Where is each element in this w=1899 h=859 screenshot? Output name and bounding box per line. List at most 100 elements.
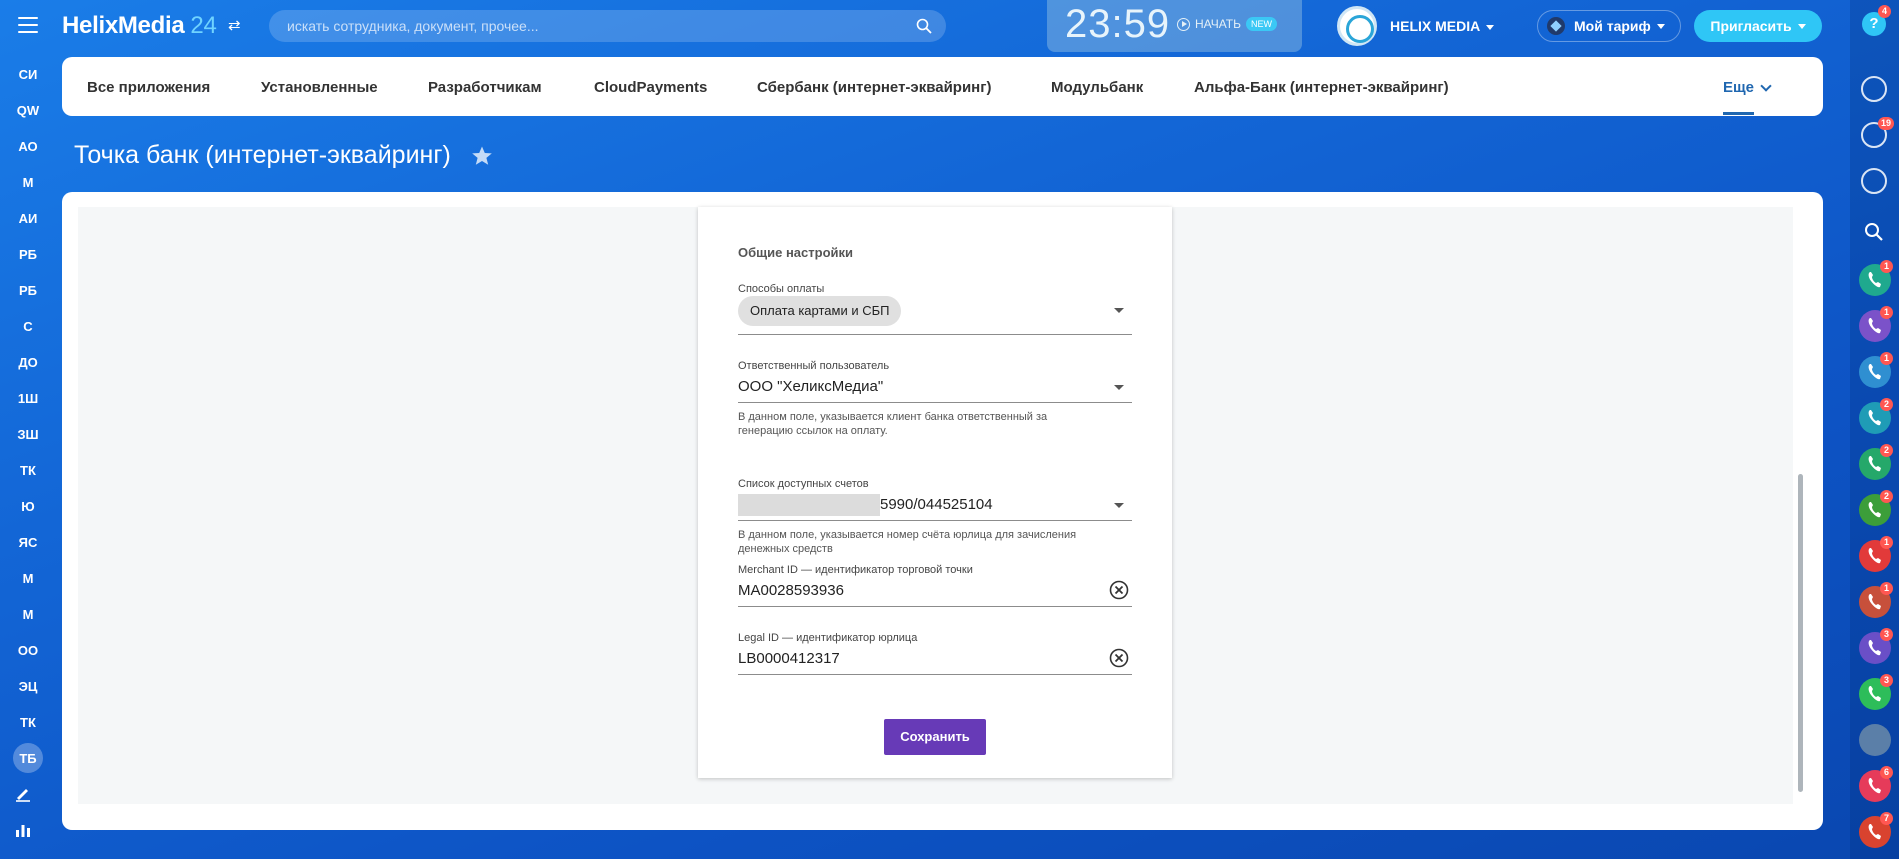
start-label: НАЧАТЬ <box>1195 17 1242 31</box>
left-rail-item-label: РБ <box>18 246 37 262</box>
chevron-down-icon <box>1797 23 1806 29</box>
start-workday-button[interactable]: НАЧАТЬ NEW <box>1177 17 1278 31</box>
invite-button[interactable]: Пригласить <box>1694 10 1822 42</box>
responsible-underline <box>738 402 1132 403</box>
payment-methods-select[interactable] <box>738 334 1132 335</box>
left-rail-item-label: АИ <box>18 210 38 226</box>
left-rail-item[interactable]: ТК <box>6 452 50 488</box>
chat-badge: 1 <box>1880 582 1893 595</box>
left-rail-item[interactable]: Ю <box>6 488 50 524</box>
star-icon[interactable] <box>470 144 494 168</box>
accounts-select[interactable]: 5990/044525104 <box>880 496 993 513</box>
chevron-down-icon[interactable] <box>1114 503 1124 508</box>
chart-icon[interactable] <box>14 821 32 839</box>
left-rail-item[interactable]: ТК <box>6 704 50 740</box>
legal-id-input[interactable]: LB0000412317 <box>738 650 840 667</box>
left-rail-item[interactable]: М <box>6 596 50 632</box>
left-rail-item[interactable]: РБ <box>6 236 50 272</box>
clear-icon[interactable] <box>1109 580 1129 600</box>
phone-icon <box>1868 272 1881 288</box>
tariff-button[interactable]: Мой тариф <box>1537 10 1681 42</box>
legal-id-underline <box>738 674 1132 675</box>
left-rail-item[interactable]: АО <box>6 128 50 164</box>
left-rail-item[interactable]: ЭЦ <box>6 668 50 704</box>
left-rail-item-label: QW <box>16 102 40 118</box>
left-rail-item[interactable]: СИ <box>6 56 50 92</box>
left-rail-item-label: М <box>22 606 34 622</box>
search-icon[interactable] <box>916 18 932 34</box>
left-rail-item-label: ДО <box>18 354 38 370</box>
left-rail-item[interactable]: ЯС <box>6 524 50 560</box>
accounts-label: Список доступных счетов <box>738 478 869 490</box>
left-rail-item-label: ТК <box>20 462 36 478</box>
chevron-down-icon <box>1486 24 1495 30</box>
left-rail-item-label: ОО <box>17 642 39 658</box>
clear-icon[interactable] <box>1109 648 1129 668</box>
tab-modulbank[interactable]: Модульбанк <box>1051 79 1143 96</box>
payment-method-chip[interactable]: Оплата картами и СБП <box>738 296 902 326</box>
chat-badge: 2 <box>1880 398 1893 411</box>
responsible-select[interactable]: ООО "ХеликсМедиа" <box>738 378 883 395</box>
tab-all-apps[interactable]: Все приложения <box>87 79 210 96</box>
left-rail-item-label: ЯС <box>18 534 38 550</box>
left-rail-item[interactable]: ДО <box>6 344 50 380</box>
left-rail-item[interactable]: QW <box>6 92 50 128</box>
merchant-id-input[interactable]: MA0028593936 <box>738 582 844 599</box>
tab-more[interactable]: Еще <box>1723 79 1772 96</box>
save-button[interactable]: Сохранить <box>884 719 986 755</box>
chevron-down-icon[interactable] <box>1114 385 1124 390</box>
logo[interactable]: HelixMedia 24 <box>62 12 217 40</box>
accounts-underline <box>738 520 1132 521</box>
left-rail-item[interactable]: М <box>6 560 50 596</box>
phone-icon <box>1868 410 1881 426</box>
search-icon[interactable] <box>1864 222 1884 242</box>
help-badge: 4 <box>1878 5 1891 18</box>
left-rail-item-label: М <box>22 570 34 586</box>
tab-alfabank[interactable]: Альфа-Банк (интернет-эквайринг) <box>1194 79 1449 96</box>
settings-icon[interactable] <box>1861 76 1887 102</box>
clock-widget: 23:59 НАЧАТЬ NEW <box>1047 0 1302 52</box>
left-rail-item[interactable]: С <box>6 308 50 344</box>
left-rail-item[interactable]: ОО <box>6 632 50 668</box>
left-rail-item-label: ЭЦ <box>18 678 38 694</box>
chat-badge: 7 <box>1880 812 1893 825</box>
scrollbar-thumb[interactable] <box>1798 474 1803 792</box>
left-rail-item-label: ЗШ <box>17 426 39 442</box>
left-rail-item[interactable]: РБ <box>6 272 50 308</box>
notification-badge: 19 <box>1878 117 1895 130</box>
left-rail-item-label: АО <box>18 138 38 154</box>
settings-sliders-icon[interactable]: ⇄ <box>228 16 241 34</box>
play-icon <box>1177 17 1190 31</box>
responsible-label: Ответственный пользователь <box>738 360 890 372</box>
left-rail: СИ QW АО М АИ РБ РБ С ДО 1Ш ЗШ ТК Ю ЯС М М ОО ЭЦ ТК ТБ <box>6 56 50 776</box>
chevron-down-icon[interactable] <box>1114 308 1124 313</box>
chat-badge: 2 <box>1880 490 1893 503</box>
contact-avatar[interactable] <box>1859 724 1891 756</box>
phone-icon <box>1868 686 1881 702</box>
tab-cloudpayments[interactable]: CloudPayments <box>594 79 707 96</box>
company-logo[interactable] <box>1337 6 1377 46</box>
chat-icon[interactable] <box>1861 168 1887 194</box>
chevron-down-icon <box>1656 23 1665 29</box>
chat-badge: 1 <box>1880 352 1893 365</box>
active-tab-indicator <box>1723 112 1754 115</box>
tab-developers[interactable]: Разработчикам <box>428 79 542 96</box>
pencil-icon[interactable] <box>14 784 32 802</box>
search-input[interactable] <box>287 10 887 42</box>
left-rail-item[interactable]: М <box>6 164 50 200</box>
menu-icon[interactable] <box>18 17 38 33</box>
left-rail-item[interactable]: ТБ <box>6 740 50 776</box>
chevron-down-icon <box>1760 80 1772 92</box>
left-rail-item[interactable]: ЗШ <box>6 416 50 452</box>
chat-badge: 2 <box>1880 444 1893 457</box>
tab-sberbank[interactable]: Сбербанк (интернет-эквайринг) <box>757 79 992 96</box>
company-menu[interactable]: HELIX MEDIA <box>1390 18 1495 34</box>
chat-badge: 1 <box>1880 306 1893 319</box>
payment-methods-label: Способы оплаты <box>738 283 825 295</box>
scrollbar[interactable] <box>1796 207 1806 797</box>
tab-installed[interactable]: Установленные <box>261 79 378 96</box>
section-title: Общие настройки <box>738 245 853 260</box>
masked-account-prefix <box>738 494 880 516</box>
left-rail-item[interactable]: АИ <box>6 200 50 236</box>
left-rail-item[interactable]: 1Ш <box>6 380 50 416</box>
